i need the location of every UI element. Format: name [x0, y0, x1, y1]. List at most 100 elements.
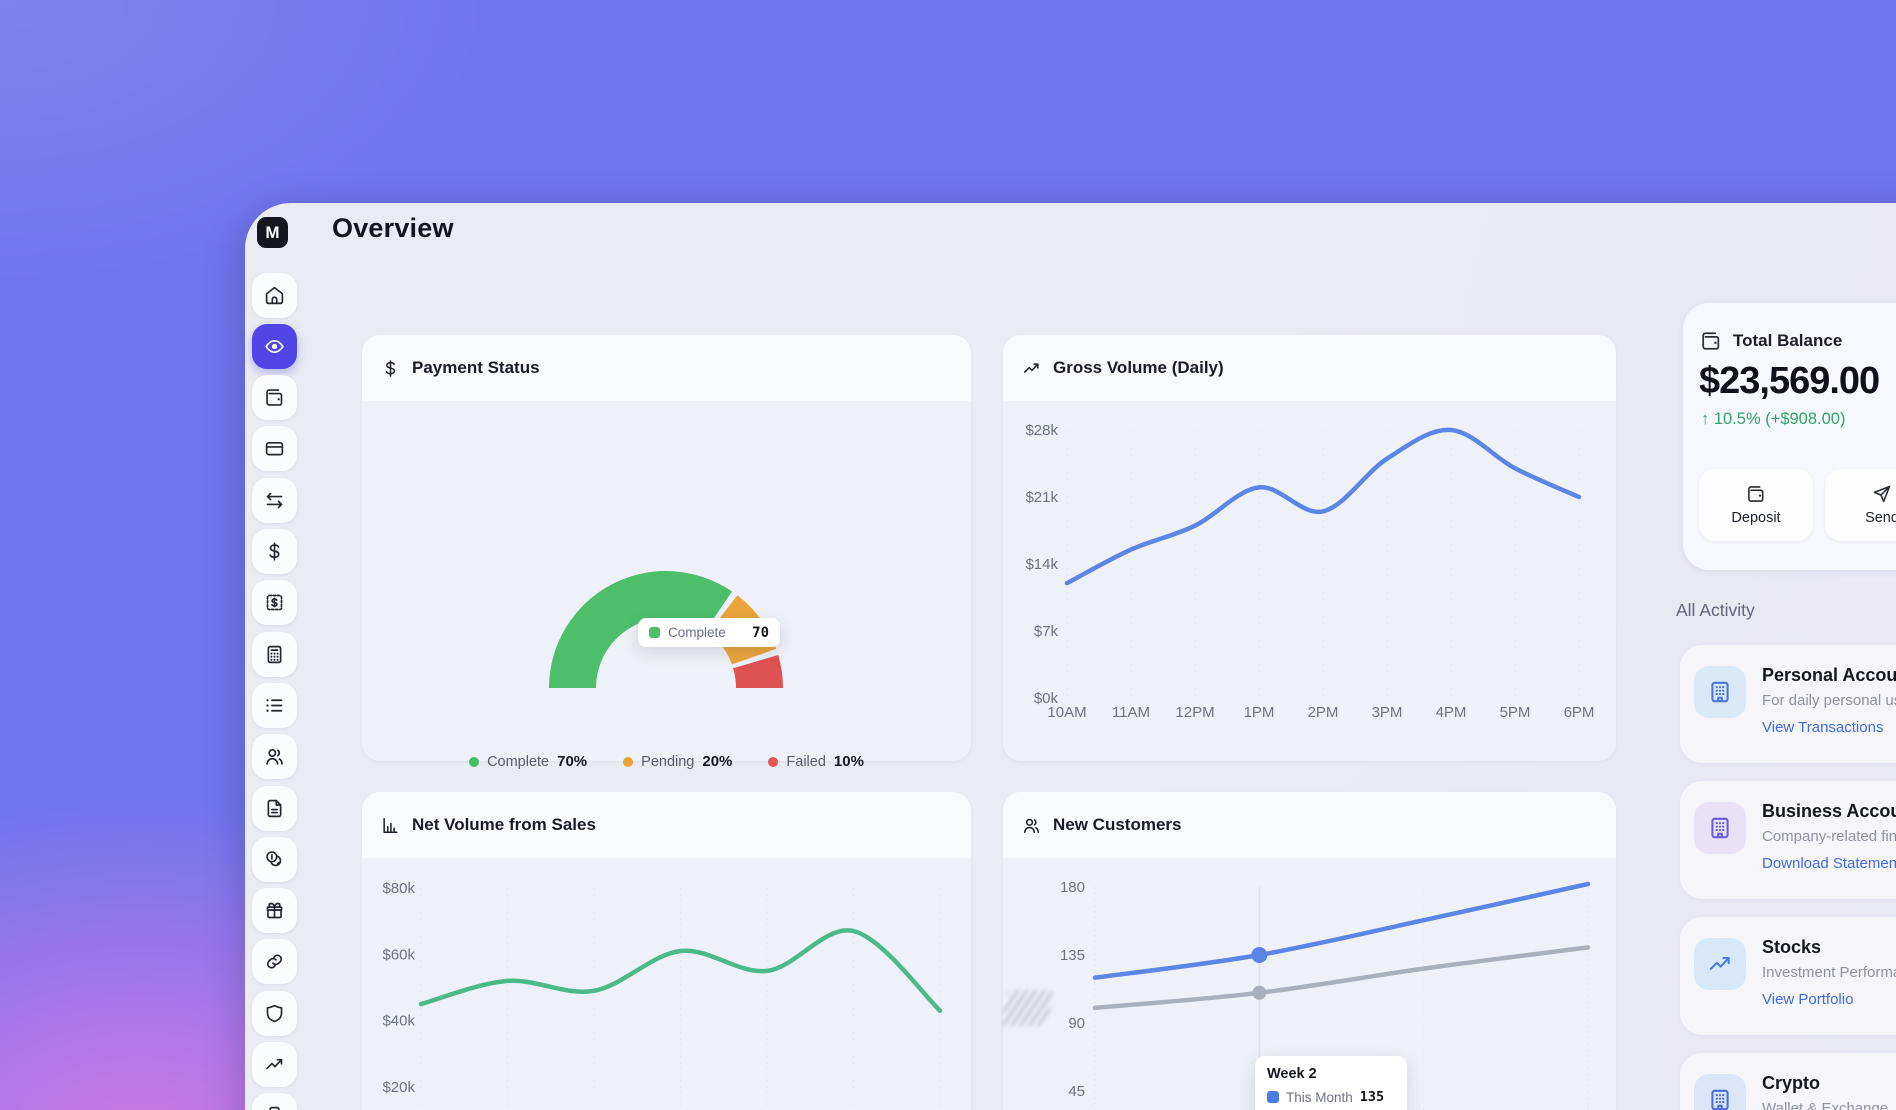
bar-chart-icon	[381, 816, 400, 835]
sidebar-item-dollar[interactable]	[252, 529, 297, 574]
users-icon	[264, 746, 285, 767]
activity-title: Crypto	[1762, 1073, 1820, 1094]
svg-text:1PM: 1PM	[1244, 704, 1275, 721]
app-logo[interactable]: M	[257, 217, 288, 248]
eye-icon	[264, 336, 285, 357]
sidebar-item-home[interactable]	[252, 273, 297, 318]
activity-icon-tile	[1694, 666, 1746, 718]
building-icon	[1707, 1087, 1733, 1110]
sidebar-item-gift[interactable]	[252, 888, 297, 933]
activity-card-business-account[interactable]: Business AccountCompany-related finances…	[1680, 781, 1896, 899]
activity-link[interactable]: View Transactions	[1762, 719, 1883, 736]
net-volume-body: $80k$60k$40k$20k	[362, 858, 971, 1110]
legend-dot	[469, 757, 479, 767]
activity-icon-tile	[1694, 1074, 1746, 1110]
sidebar-item-credit-card[interactable]	[252, 426, 297, 471]
dollar-icon	[264, 541, 285, 562]
link-icon	[264, 951, 285, 972]
sidebar-item-trending-up[interactable]	[252, 1042, 297, 1087]
card-header: New Customers	[1003, 792, 1616, 858]
gauge-legend: Complete70% Pending20% Failed10%	[362, 753, 971, 770]
sidebar-item-link[interactable]	[252, 939, 297, 984]
deposit-label: Deposit	[1731, 510, 1780, 526]
balance-amount: $23,569.00	[1699, 360, 1879, 403]
gross-volume-chart[interactable]: $28k$21k$14k$7k$0k10AM11AM12PM1PM2PM3PM4…	[1003, 401, 1616, 761]
sidebar-item-transfer-arrows[interactable]	[252, 478, 297, 523]
activity-title: Stocks	[1762, 937, 1821, 958]
app-background: M Overview Payment Status Complete 70 Co…	[0, 0, 1896, 1110]
activity-card-crypto[interactable]: CryptoWallet & Exchange	[1680, 1053, 1896, 1110]
net-volume-chart[interactable]: $80k$60k$40k$20k	[362, 858, 971, 1110]
total-balance-card: Total Balance $23,569.00 ↑ 10.5% (+$908.…	[1683, 303, 1896, 570]
legend-label: Complete	[487, 754, 549, 770]
new-customers-body: 1801359045 Week 2 This Month 135 Last Mo…	[1003, 858, 1616, 1110]
sidebar-item-eye[interactable]	[252, 324, 297, 369]
payment-status-card: Payment Status Complete 70 Complete70%Pe…	[362, 335, 971, 761]
svg-text:$60k: $60k	[382, 946, 415, 963]
svg-text:$20k: $20k	[382, 1079, 415, 1096]
trending-up-icon	[264, 1054, 285, 1075]
activity-link[interactable]: View Portfolio	[1762, 991, 1853, 1008]
legend-dot	[623, 757, 633, 767]
calculator-icon	[264, 644, 285, 665]
svg-text:$28k: $28k	[1025, 422, 1058, 439]
sidebar-item-device[interactable]	[252, 1093, 297, 1110]
sidebar-item-document[interactable]	[252, 786, 297, 831]
tooltip-row: This Month 135	[1267, 1089, 1395, 1105]
activity-subtitle: Investment Performance	[1762, 964, 1896, 981]
trending-up-icon	[1022, 359, 1041, 378]
cursor-motion-blur	[1000, 990, 1054, 1026]
wallet-icon	[264, 387, 285, 408]
sidebar-item-wallet[interactable]	[252, 375, 297, 420]
tooltip-swatch	[1267, 1091, 1279, 1103]
sidebar-item-shield[interactable]	[252, 991, 297, 1036]
document-icon	[264, 798, 285, 819]
send-label: Send	[1865, 510, 1896, 526]
card-title: Net Volume from Sales	[412, 815, 596, 835]
send-button[interactable]: Send	[1825, 469, 1896, 541]
receipt-dollar-icon	[264, 592, 285, 613]
activity-card-personal-account[interactable]: Personal AccountFor daily personal useVi…	[1680, 645, 1896, 763]
coins-icon	[264, 849, 285, 870]
sidebar-item-list[interactable]	[252, 683, 297, 728]
page-title: Overview	[332, 213, 454, 244]
sidebar-item-coins[interactable]	[252, 837, 297, 882]
wallet-icon	[1746, 484, 1766, 504]
sidebar-item-receipt-dollar[interactable]	[252, 580, 297, 625]
svg-text:45: 45	[1068, 1083, 1085, 1100]
activity-card-stocks[interactable]: Stocks Investment Performance View Portfol…	[1680, 917, 1896, 1035]
balance-change: ↑ 10.5% (+$908.00)	[1701, 410, 1845, 429]
svg-text:180: 180	[1060, 879, 1085, 896]
deposit-button[interactable]: Deposit	[1699, 469, 1813, 541]
svg-text:3PM: 3PM	[1372, 704, 1403, 721]
balance-header: Total Balance	[1700, 330, 1842, 352]
device-icon	[264, 1105, 285, 1110]
payment-status-body: Complete 70 Complete70%Pending20%Failed1…	[362, 401, 971, 761]
all-activity-heading: All Activity	[1676, 600, 1755, 621]
svg-text:4PM: 4PM	[1436, 704, 1467, 721]
tooltip-swatch	[649, 627, 660, 638]
activity-title: Business Account	[1762, 801, 1896, 822]
svg-text:2PM: 2PM	[1308, 704, 1339, 721]
svg-text:$80k: $80k	[382, 880, 415, 897]
sidebar-item-users[interactable]	[252, 734, 297, 779]
gross-volume-body: $28k$21k$14k$7k$0k10AM11AM12PM1PM2PM3PM4…	[1003, 401, 1616, 761]
card-title: Payment Status	[412, 358, 540, 378]
svg-text:$7k: $7k	[1034, 623, 1059, 640]
shield-icon	[264, 1003, 285, 1024]
svg-text:12PM: 12PM	[1175, 704, 1214, 721]
svg-text:11AM: 11AM	[1112, 704, 1150, 721]
sidebar-item-calculator[interactable]	[252, 632, 297, 677]
legend-value: 10%	[834, 753, 864, 770]
building-icon	[1707, 815, 1733, 841]
trending-up-icon	[1707, 951, 1733, 977]
legend-item: Pending20%	[623, 753, 732, 770]
svg-text:$21k: $21k	[1025, 489, 1058, 506]
svg-text:10AM: 10AM	[1047, 704, 1086, 721]
users-icon	[1022, 816, 1041, 835]
legend-item: Failed10%	[768, 753, 864, 770]
card-title: Gross Volume (Daily)	[1053, 358, 1224, 378]
legend-item: Complete70%	[469, 753, 587, 770]
balance-label: Total Balance	[1733, 331, 1842, 351]
activity-link[interactable]: Download Statements	[1762, 855, 1896, 872]
